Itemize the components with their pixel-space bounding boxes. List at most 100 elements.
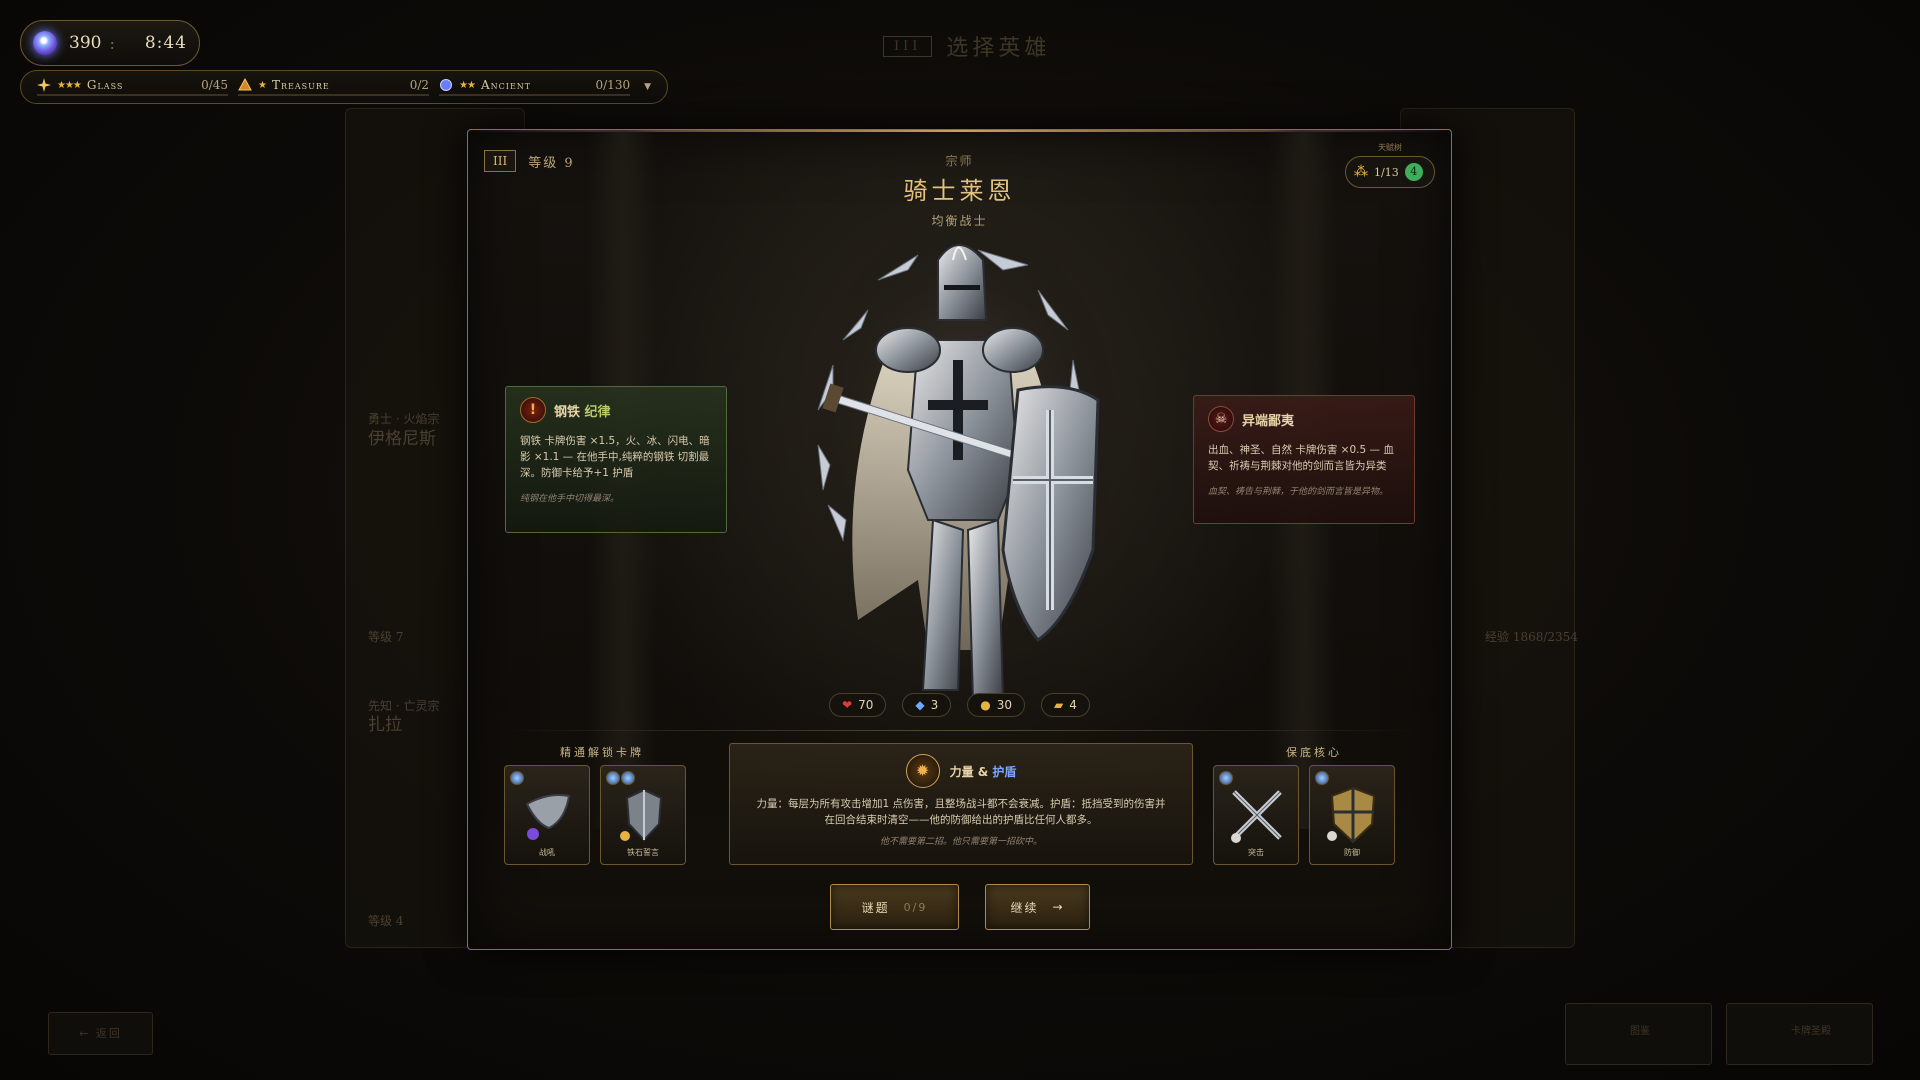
stat-value: 70 [858, 698, 874, 712]
core-title: 力量 & 护盾 [950, 763, 1017, 780]
resource-ancient: ★★ Ancient 0/130 [439, 78, 631, 96]
card-icon: ▰ [1054, 698, 1064, 712]
cost-gem-icon [1219, 771, 1233, 785]
card-sanctum-button[interactable]: 卡牌圣殿 [1726, 1003, 1873, 1065]
core-note: 他不需要第二招。他只需要第一招砍中。 [879, 837, 1042, 847]
resource-glass: ★★★ Glass 0/45 [37, 78, 229, 96]
page-badge: III [883, 35, 933, 57]
ability-title: 钢铁 纪律 [554, 401, 611, 420]
stat-gold: ● 30 [967, 693, 1026, 717]
divider [498, 730, 1421, 731]
card-name: 铁石誓言 [627, 848, 659, 857]
unlock-label: 精通解锁卡牌 [560, 746, 644, 759]
continue-button[interactable]: 继续 → [985, 884, 1090, 930]
ability-header: ! 钢铁 纪律 [520, 397, 712, 423]
back-button[interactable]: ← 返回 [48, 1012, 153, 1055]
sanctum-label: 卡牌圣殿 [1791, 1026, 1831, 1037]
strength-emblem-icon: ✹ [905, 754, 940, 788]
card-name: 战吼 [539, 848, 555, 857]
core-card-assault[interactable]: 突击 [1213, 765, 1299, 865]
stat-value: 3 [930, 698, 939, 712]
run-timer: 8:44 [144, 33, 187, 53]
resource-treasure: ★ Treasure 0/2 [238, 78, 430, 96]
talent-count: 1/13 [1374, 165, 1399, 179]
core-title-a: 力量 [949, 764, 974, 779]
bg-hero-name: 伊格尼斯 [368, 429, 436, 449]
guarantee-label: 保底核心 [1286, 746, 1342, 759]
heart-icon: ❤ [842, 698, 853, 712]
unlock-card-war-horn[interactable]: 战吼 [504, 765, 590, 865]
sparkle-icon [37, 78, 51, 92]
war-horn-icon [525, 794, 571, 840]
resource-count: 0/45 [201, 78, 229, 92]
card-name: 防御 [1344, 848, 1360, 857]
resource-count: 0/2 [409, 78, 430, 92]
resource-stars: ★★★ [57, 79, 82, 91]
hero-rank: 宗师 [945, 154, 974, 168]
ability-note: 血契、祷告与荆棘，于他的剑而言皆是异物。 [1208, 487, 1389, 497]
resource-bar[interactable]: ★★★ Glass 0/45 ★ Treasure 0/2 ★★ Ancient… [20, 70, 668, 104]
crystal-icon [33, 31, 57, 55]
exclamation-icon: ! [520, 397, 546, 423]
resource-stars: ★★ [459, 79, 476, 91]
codex-button[interactable]: 图鉴 [1565, 1003, 1712, 1065]
hero-title-block: 宗师 骑士莱恩 均衡战士 [468, 152, 1451, 229]
stat-health: ❤ 70 [829, 693, 887, 717]
stat-value: 4 [1069, 698, 1077, 712]
gem-count: 390 [69, 33, 102, 53]
stat-value: 30 [996, 698, 1013, 712]
ability-body: 钢铁 卡牌伤害 ×1.5，火、冰、闪电、暗影 ×1.1 — 在他手中,纯粹的钢铁… [520, 435, 710, 479]
ability-note: 纯钢在他手中切得最深。 [520, 494, 620, 504]
bg-hero-level: 等级 7 [368, 630, 404, 644]
hud-separator: : [109, 33, 115, 53]
resource-name: Glass [86, 78, 124, 92]
mana-icon: ◆ [915, 698, 925, 712]
hero-detail-modal: III 等级 9 宗师 骑士莱恩 均衡战士 天赋树 ⁂ 1/13 4 [467, 129, 1452, 950]
cost-gem-icon [606, 771, 620, 785]
cost-gem-icon [1315, 771, 1329, 785]
hero-stats: ❤ 70 ◆ 3 ● 30 ▰ 4 [468, 693, 1451, 717]
cost-gem-icon [510, 771, 524, 785]
talent-pill[interactable]: ⁂ 1/13 4 [1345, 156, 1435, 188]
stat-mana: ◆ 3 [902, 693, 952, 717]
knight-portrait [803, 220, 1123, 701]
talent-tree-button[interactable]: 天赋树 ⁂ 1/13 4 [1345, 142, 1435, 188]
ability-title-b: 纪律 [584, 404, 611, 420]
arrow-left-icon: ← [79, 1027, 91, 1040]
ability-steel-discipline[interactable]: ! 钢铁 纪律 钢铁 卡牌伤害 ×1.5，火、冰、闪电、暗影 ×1.1 — 在他… [505, 386, 727, 533]
ability-heresy-disdain[interactable]: ☠ 异端鄙夷 出血、神圣、自然 卡牌伤害 ×0.5 — 血契、祈祷与荆棘对他的剑… [1193, 395, 1415, 524]
resource-name: Ancient [481, 78, 532, 92]
gold-icon: ● [980, 698, 991, 712]
chevron-down-icon[interactable]: ▼ [644, 82, 651, 92]
core-card-defend[interactable]: 防御 [1309, 765, 1395, 865]
riddle-count: 0/9 [903, 900, 928, 914]
talent-points-badge: 4 [1404, 163, 1423, 181]
continue-label: 继续 [1010, 900, 1039, 915]
page-title-text: 选择英雄 [946, 36, 1051, 61]
bg-hero2-name: 扎拉 [368, 715, 402, 735]
stat-cards: ▰ 4 [1041, 693, 1090, 717]
treasure-icon [238, 78, 252, 91]
codex-label: 图鉴 [1630, 1026, 1650, 1037]
unlock-card-iron-oath[interactable]: 铁石誓言 [600, 765, 686, 865]
gems-timer-hud: 390 : 8:44 [20, 20, 200, 66]
resource-stars: ★ [258, 79, 267, 91]
shield-icon [1327, 786, 1376, 844]
crossed-swords-icon [1231, 790, 1282, 843]
bg-hero2-level: 等级 4 [368, 914, 404, 928]
core-mechanics-panel: ✹ 力量 & 护盾 力量：每层为所有攻击增加1 点伤害，且整场战斗都不会衰减。护… [729, 743, 1193, 865]
cost-gem-icon [621, 771, 635, 785]
talent-tree-icon: ⁂ [1354, 164, 1368, 180]
ability-title-a: 钢铁 [554, 404, 581, 420]
riddle-button[interactable]: 谜题 0/9 [830, 884, 959, 930]
bg-right-xp: 经验 1868/2354 [1485, 630, 1578, 644]
talent-label: 天赋树 [1378, 143, 1402, 152]
ability-header: ☠ 异端鄙夷 [1208, 406, 1400, 432]
arrow-right-icon: → [1052, 900, 1065, 914]
page-title: III 选择英雄 [883, 30, 1050, 62]
ability-body: 出血、神圣、自然 卡牌伤害 ×0.5 — 血契、祈祷与荆棘对他的剑而言皆为异类 [1208, 444, 1394, 472]
core-amp: & [977, 764, 989, 779]
card-name: 突击 [1248, 848, 1264, 857]
skull-icon: ☠ [1208, 406, 1234, 432]
iron-shield-icon [620, 788, 663, 842]
